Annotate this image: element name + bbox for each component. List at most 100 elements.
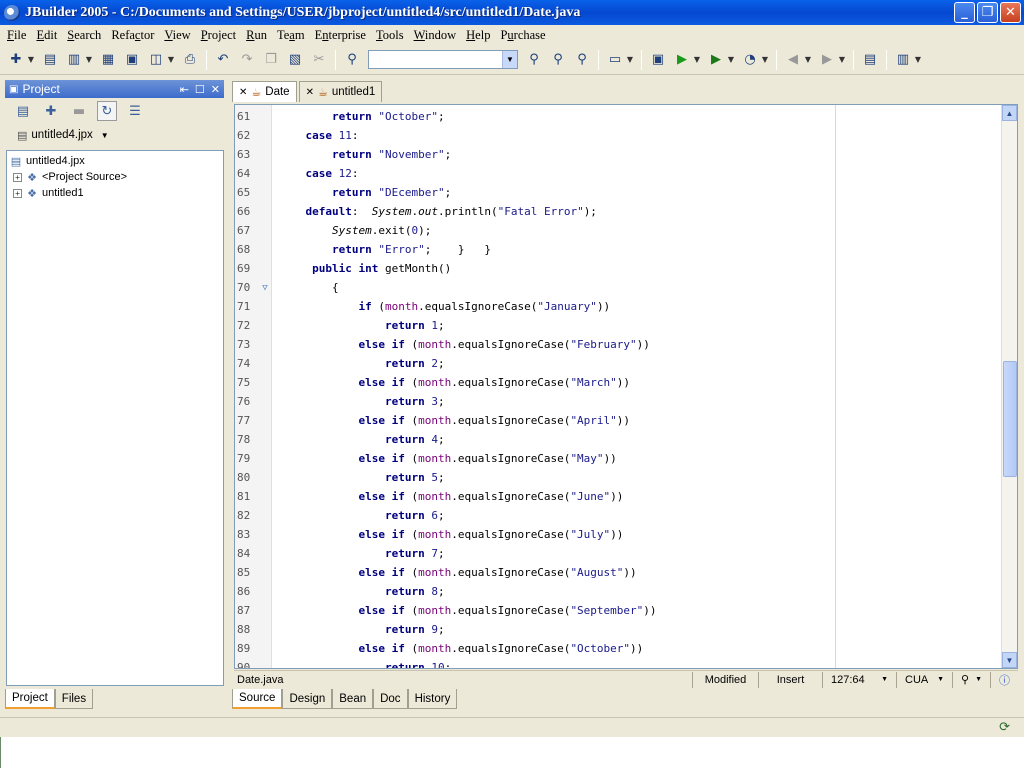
code-line[interactable]: 61 return "October";	[235, 107, 1005, 126]
code-line[interactable]: 84 return 7;	[235, 544, 1005, 563]
tab-project[interactable]: Project	[5, 689, 55, 709]
menu-item[interactable]: Purchase	[495, 28, 550, 43]
scroll-down-icon[interactable]: ▼	[1002, 652, 1017, 668]
expand-icon[interactable]: +	[13, 172, 22, 182]
code-line[interactable]: 73 else if (month.equalsIgnoreCase("Febr…	[235, 335, 1005, 354]
back-dropdown-icon[interactable]: ▼	[803, 50, 813, 70]
chevron-down-icon[interactable]: ▼	[881, 676, 888, 683]
info-icon[interactable]: ⓘ	[990, 671, 1018, 688]
status-insert-mode[interactable]: Insert	[758, 671, 822, 688]
vertical-scrollbar[interactable]: ▲ ▼	[1001, 105, 1017, 668]
optimize-icon[interactable]: ◔	[740, 50, 760, 70]
menu-item[interactable]: File	[2, 28, 31, 43]
code-line[interactable]: 70 ▽ {	[235, 278, 1005, 297]
debug-dropdown-icon[interactable]: ▼	[726, 50, 736, 70]
code-line[interactable]: 68 return "Error"; } }	[235, 240, 1005, 259]
minimize-button[interactable]: _	[954, 2, 975, 23]
workspace-icon[interactable]: ▥	[893, 50, 913, 70]
scrollbar-thumb[interactable]	[1003, 361, 1017, 477]
search-history-combo[interactable]: ▼	[368, 50, 518, 69]
code-line[interactable]: 83 else if (month.equalsIgnoreCase("July…	[235, 525, 1005, 544]
tab-design[interactable]: Design	[282, 689, 333, 709]
pin-icon[interactable]: ⇤	[180, 83, 189, 96]
run-dropdown-icon[interactable]: ▼	[692, 50, 702, 70]
make-dropdown-icon[interactable]: ▼	[625, 50, 635, 70]
find-icon[interactable]: ⚲	[342, 50, 362, 70]
code-line[interactable]: 86 return 8;	[235, 582, 1005, 601]
fold-icon[interactable]: ▽	[257, 283, 273, 293]
code-line[interactable]: 69 public int getMonth()	[235, 259, 1005, 278]
code-line[interactable]: 82 return 6;	[235, 506, 1005, 525]
close-icon[interactable]: ✕	[211, 83, 220, 96]
menu-item[interactable]: Team	[272, 28, 310, 43]
new-icon[interactable]: ✚	[6, 50, 26, 70]
close-file-icon[interactable]: ▦	[98, 50, 118, 70]
workspace-dropdown-icon[interactable]: ▼	[913, 50, 923, 70]
code-line[interactable]: 64 case 12:	[235, 164, 1005, 183]
menu-item[interactable]: Tools	[371, 28, 409, 43]
status-zoom[interactable]: ⚲ ▼	[952, 671, 990, 688]
close-button[interactable]: ✕	[1000, 2, 1021, 23]
paste-icon[interactable]: ▧	[285, 50, 305, 70]
chevron-down-icon[interactable]: ▼	[502, 51, 517, 68]
code-line[interactable]: 81 else if (month.equalsIgnoreCase("June…	[235, 487, 1005, 506]
chevron-down-icon[interactable]: ▼	[975, 676, 982, 683]
code-line[interactable]: 65 return "DEcember";	[235, 183, 1005, 202]
close-tab-icon[interactable]: ✕	[239, 87, 247, 98]
reopen-icon[interactable]: ▥	[64, 50, 84, 70]
find-classes-icon[interactable]: ⚲	[548, 50, 568, 70]
tab-bean[interactable]: Bean	[332, 689, 374, 709]
project-selector[interactable]: ▤ untitled4.jpx ▼	[5, 124, 224, 146]
code-line[interactable]: 71 if (month.equalsIgnoreCase("January")…	[235, 297, 1005, 316]
undo-icon[interactable]: ↶	[213, 50, 233, 70]
menu-item[interactable]: Edit	[31, 28, 62, 43]
run-icon[interactable]: ▶	[672, 50, 692, 70]
code-line[interactable]: 85 else if (month.equalsIgnoreCase("Augu…	[235, 563, 1005, 582]
status-cursor-position[interactable]: 127:64 ▼	[822, 671, 896, 688]
forward-dropdown-icon[interactable]: ▼	[837, 50, 847, 70]
code-line[interactable]: 77 else if (month.equalsIgnoreCase("Apri…	[235, 411, 1005, 430]
chevron-down-icon[interactable]: ▼	[101, 131, 109, 140]
forward-icon[interactable]: ▶	[817, 50, 837, 70]
code-line[interactable]: 89 else if (month.equalsIgnoreCase("Octo…	[235, 639, 1005, 658]
code-line[interactable]: 80 return 5;	[235, 468, 1005, 487]
project-build-icon[interactable]: ▣	[648, 50, 668, 70]
back-icon[interactable]: ◀	[783, 50, 803, 70]
expand-icon[interactable]: +	[13, 188, 22, 198]
refresh-icon[interactable]: ↻	[97, 101, 117, 121]
tab-files[interactable]: Files	[54, 689, 94, 709]
code-line[interactable]: 88 return 9;	[235, 620, 1005, 639]
tree-item-untitled1[interactable]: + ❖ untitled1	[7, 185, 223, 201]
code-line[interactable]: 79 else if (month.equalsIgnoreCase("May"…	[235, 449, 1005, 468]
copy-icon[interactable]: ❐	[261, 50, 281, 70]
tree-item-project[interactable]: ▤ untitled4.jpx	[7, 153, 223, 169]
code-line[interactable]: 78 return 4;	[235, 430, 1005, 449]
menu-item[interactable]: Search	[62, 28, 106, 43]
debug-icon[interactable]: ▶	[706, 50, 726, 70]
scroll-up-icon[interactable]: ▲	[1002, 105, 1017, 121]
new-dropdown-icon[interactable]: ▼	[26, 50, 36, 70]
tab-date[interactable]: ✕ ☕ Date	[232, 81, 297, 102]
restore-icon[interactable]: ☐	[195, 83, 205, 96]
close-project-icon[interactable]: ▤	[13, 101, 33, 121]
menu-item[interactable]: Help	[461, 28, 495, 43]
optimize-dropdown-icon[interactable]: ▼	[760, 50, 770, 70]
code-line[interactable]: 90 return 10;	[235, 658, 1005, 668]
code-line[interactable]: 75 else if (month.equalsIgnoreCase("Marc…	[235, 373, 1005, 392]
tab-doc[interactable]: Doc	[373, 689, 408, 709]
help-topics-icon[interactable]: ▤	[860, 50, 880, 70]
code-line[interactable]: 76 return 3;	[235, 392, 1005, 411]
redo-icon[interactable]: ↷	[237, 50, 257, 70]
save-all-icon[interactable]: ◫	[146, 50, 166, 70]
tab-untitled1[interactable]: ✕ ☕ untitled1	[298, 81, 383, 102]
make-icon[interactable]: ▭	[605, 50, 625, 70]
code-editor[interactable]: 61 return "October"; 62 case 11: 63 return…	[234, 104, 1018, 669]
code-line[interactable]: 63 return "November";	[235, 145, 1005, 164]
open-icon[interactable]: ▤	[40, 50, 60, 70]
menu-item[interactable]: Window	[409, 28, 462, 43]
menu-item[interactable]: Refactor	[106, 28, 159, 43]
tab-source[interactable]: Source	[232, 689, 283, 709]
search-project-icon[interactable]: ⚲	[572, 50, 592, 70]
code-line[interactable]: 87 else if (month.equalsIgnoreCase("Sept…	[235, 601, 1005, 620]
code-line[interactable]: 74 return 2;	[235, 354, 1005, 373]
